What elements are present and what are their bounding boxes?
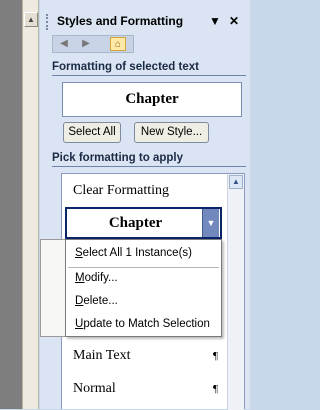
selected-style-preview: Chapter	[62, 82, 242, 117]
style-item-clear-formatting[interactable]: Clear Formatting	[73, 183, 169, 199]
menu-item-update-to-match-selection[interactable]: Update to Match Selection	[75, 318, 210, 330]
style-item-dropdown-arrow-icon[interactable]: ▼	[202, 209, 219, 237]
scroll-up-arrow-icon[interactable]: ▲	[229, 175, 243, 189]
paragraph-mark-icon: ¶	[213, 350, 218, 362]
menu-item-label: odify...	[84, 272, 118, 284]
section-divider	[52, 166, 246, 167]
select-all-button[interactable]: Select All	[63, 122, 121, 143]
back-arrow-icon[interactable]: ◀	[56, 37, 72, 51]
style-context-menu: Select All 1 Instance(s) Modify... Delet…	[65, 239, 222, 337]
pane-menu-dropdown-icon[interactable]: ▼	[209, 14, 221, 28]
new-style-button[interactable]: New Style...	[134, 122, 209, 143]
menu-item-label: elect All 1 Instance(s)	[82, 247, 192, 259]
style-item-main-text[interactable]: Main Text	[73, 348, 130, 364]
home-icon[interactable]: ⌂	[110, 37, 126, 51]
pane-title: Styles and Formatting	[57, 14, 184, 28]
menu-item-select-all-instances[interactable]: Select All 1 Instance(s)	[75, 247, 192, 259]
style-item-chapter[interactable]: Chapter	[65, 207, 222, 239]
document-area	[0, 0, 22, 409]
document-vertical-scrollbar[interactable]: ▲	[22, 0, 39, 409]
pane-navigation-toolbar: ◀ ▶ ⌂	[52, 35, 134, 53]
selected-text-section-label: Formatting of selected text	[52, 61, 199, 73]
menu-item-label: elete...	[83, 295, 118, 307]
menu-item-label: pdate to Match Selection	[83, 318, 210, 330]
styles-list-scrollbar[interactable]: ▲	[227, 174, 244, 410]
pane-grip-handle[interactable]	[46, 14, 51, 30]
style-item-label: Chapter	[108, 215, 163, 231]
style-item-normal[interactable]: Normal	[73, 381, 116, 397]
menu-item-modify[interactable]: Modify...	[75, 272, 118, 284]
menu-separator	[68, 267, 219, 268]
forward-arrow-icon[interactable]: ▶	[78, 37, 94, 51]
menu-item-delete[interactable]: Delete...	[75, 295, 118, 307]
scroll-up-arrow-icon[interactable]: ▲	[24, 12, 38, 27]
paragraph-mark-icon: ¶	[213, 383, 218, 395]
apply-section-label: Pick formatting to apply	[52, 152, 183, 164]
pane-close-icon[interactable]: ✕	[229, 14, 239, 28]
section-divider	[52, 75, 246, 76]
context-menu-left-edge	[40, 239, 65, 337]
